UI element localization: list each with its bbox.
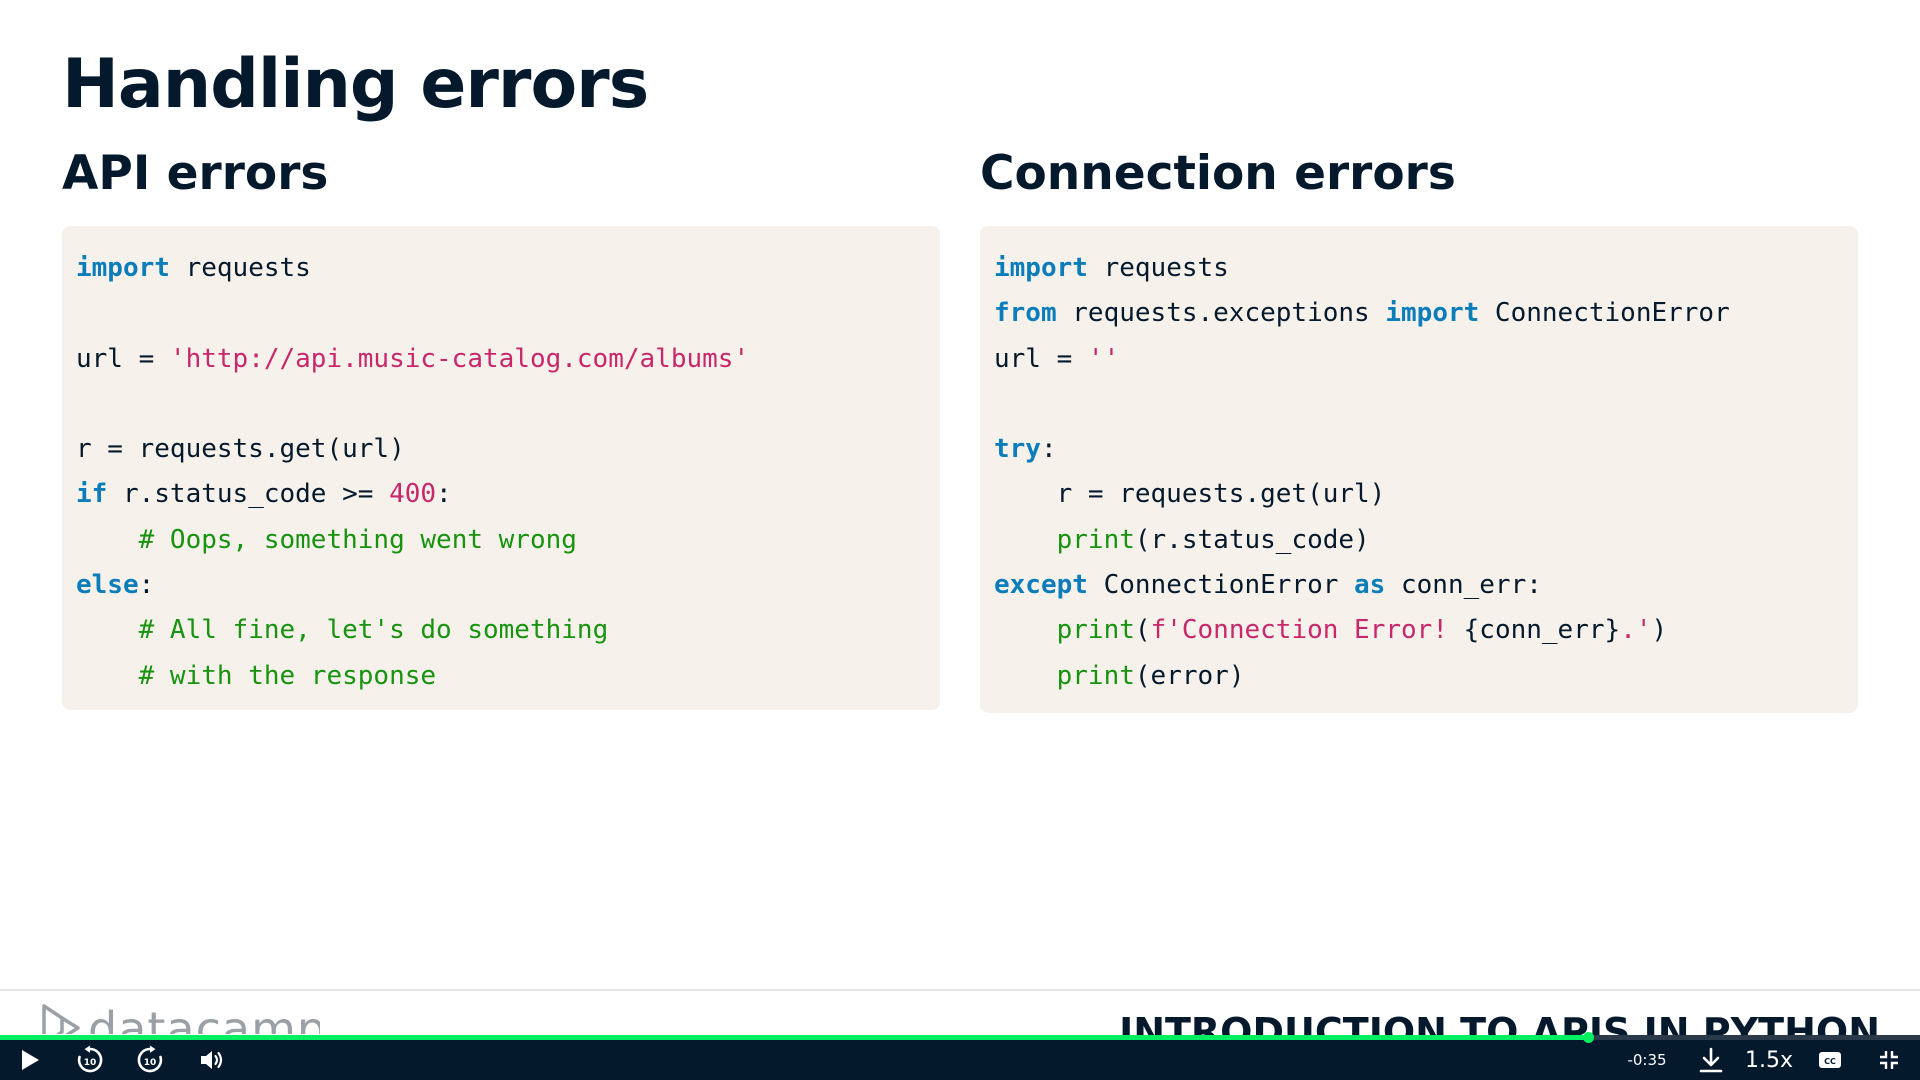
code-token: import: [994, 253, 1088, 283]
code-token: (error): [1134, 660, 1245, 691]
download-icon: [1699, 1047, 1723, 1073]
code-token: if: [76, 479, 108, 510]
playback-speed-button[interactable]: 1.5x: [1744, 1044, 1794, 1076]
code-token: ConnectionError: [1479, 298, 1730, 329]
code-line: url = 'http://api.music-catalog.com/albu…: [76, 337, 926, 382]
code-line: import requests: [994, 246, 1844, 291]
code-token: 'http://api.music-catalog.com/albums': [169, 343, 750, 374]
download-button[interactable]: [1694, 1044, 1728, 1076]
code-line: print(f'Connection Error! {conn_err}.'): [994, 608, 1844, 653]
svg-text:10: 10: [84, 1058, 97, 1068]
progress-handle[interactable]: [1582, 1032, 1594, 1043]
code-token: ): [1651, 615, 1668, 646]
time-remaining: -0:35: [1627, 1051, 1667, 1069]
code-token: # All fine, let's do something: [138, 615, 609, 646]
code-token: else: [76, 570, 139, 601]
code-line: if r.status_code >= 400:: [76, 472, 926, 517]
code-token: r.status_code >=: [107, 479, 390, 510]
brand-logo: datacamp: [40, 1004, 320, 1034]
code-token: requests: [169, 253, 311, 283]
code-token: '': [1087, 343, 1120, 374]
rewind-10-button[interactable]: 10: [74, 1044, 106, 1076]
progress-bar[interactable]: [0, 1032, 1920, 1043]
code-line: # Oops, something went wrong: [76, 518, 926, 563]
code-token: print: [1056, 660, 1135, 691]
code-token: r = requests.get(url): [76, 434, 405, 465]
code-line: # All fine, let's do something: [76, 608, 926, 653]
code-token: 400: [389, 479, 437, 510]
forward-10-icon: 10: [137, 1045, 163, 1073]
svg-text:10: 10: [144, 1058, 157, 1068]
code-token: ConnectionError: [1087, 570, 1355, 601]
slide-title: Handling errors: [62, 45, 649, 124]
code-token: import: [1385, 298, 1480, 329]
code-token: # Oops, something went wrong: [138, 524, 577, 555]
progress-fill: [0, 1035, 1588, 1040]
svg-text:CC: CC: [1824, 1057, 1836, 1066]
code-line: try:: [994, 427, 1844, 472]
exit-fullscreen-icon: [1880, 1051, 1898, 1069]
connection-errors-heading: Connection errors: [980, 146, 1456, 201]
code-line: print(error): [994, 654, 1844, 699]
code-line: print(r.status_code): [994, 518, 1844, 563]
code-line: url = '': [994, 337, 1844, 382]
code-line: from requests.exceptions import Connecti…: [994, 291, 1844, 336]
datacamp-logo-icon: [42, 1004, 80, 1034]
code-token: requests.exceptions: [1056, 298, 1386, 329]
code-token: :: [1040, 434, 1057, 465]
captions-button[interactable]: CC: [1813, 1044, 1847, 1076]
code-token: :: [138, 570, 155, 601]
code-token: print: [1056, 615, 1135, 646]
rewind-10-icon: 10: [77, 1045, 103, 1073]
code-token: (: [1134, 615, 1151, 646]
code-line: # with the response: [76, 654, 926, 699]
api-errors-heading: API errors: [62, 146, 329, 201]
forward-10-button[interactable]: 10: [134, 1044, 166, 1076]
slide: Handling errors API errors import reques…: [0, 0, 1920, 1036]
code-line: r = requests.get(url): [76, 427, 926, 472]
volume-icon: [201, 1051, 223, 1069]
code-line: import requests: [76, 246, 926, 291]
code-token: url =: [76, 343, 170, 374]
code-line: except ConnectionError as conn_err:: [994, 563, 1844, 608]
code-token: conn_err:: [1385, 570, 1542, 601]
connection-errors-code-block: import requests from requests.exceptions …: [980, 226, 1858, 713]
code-token: import: [76, 253, 170, 283]
brand-name: datacamp: [88, 1004, 320, 1034]
play-button[interactable]: [14, 1044, 46, 1076]
code-token: f'Connection Error!: [1150, 615, 1464, 646]
code-token: # with the response: [138, 660, 437, 691]
code-token: as: [1354, 570, 1386, 601]
footer-divider: [0, 989, 1920, 991]
code-token: print: [1056, 524, 1135, 555]
exit-fullscreen-button[interactable]: [1872, 1044, 1906, 1076]
code-token: .': [1620, 615, 1652, 646]
code-token: :: [436, 479, 452, 510]
volume-button[interactable]: [196, 1044, 228, 1076]
code-token: url =: [994, 343, 1088, 374]
play-icon: [22, 1050, 39, 1070]
code-token: try: [994, 434, 1041, 465]
code-token: r = requests.get(url): [994, 479, 1386, 510]
code-token: (r.status_code): [1134, 524, 1370, 555]
code-token: except: [994, 570, 1088, 601]
api-errors-code-block: import requests url = 'http://api.music-c…: [62, 226, 940, 710]
code-token: {conn_err}: [1463, 615, 1621, 646]
code-token: from: [994, 298, 1057, 329]
captions-icon: CC: [1819, 1052, 1841, 1068]
code-token: requests: [1087, 253, 1229, 283]
course-title: INTRODUCTION TO APIS IN PYTHON: [1119, 1010, 1880, 1036]
code-line: r = requests.get(url): [994, 472, 1844, 517]
code-line: else:: [76, 563, 926, 608]
